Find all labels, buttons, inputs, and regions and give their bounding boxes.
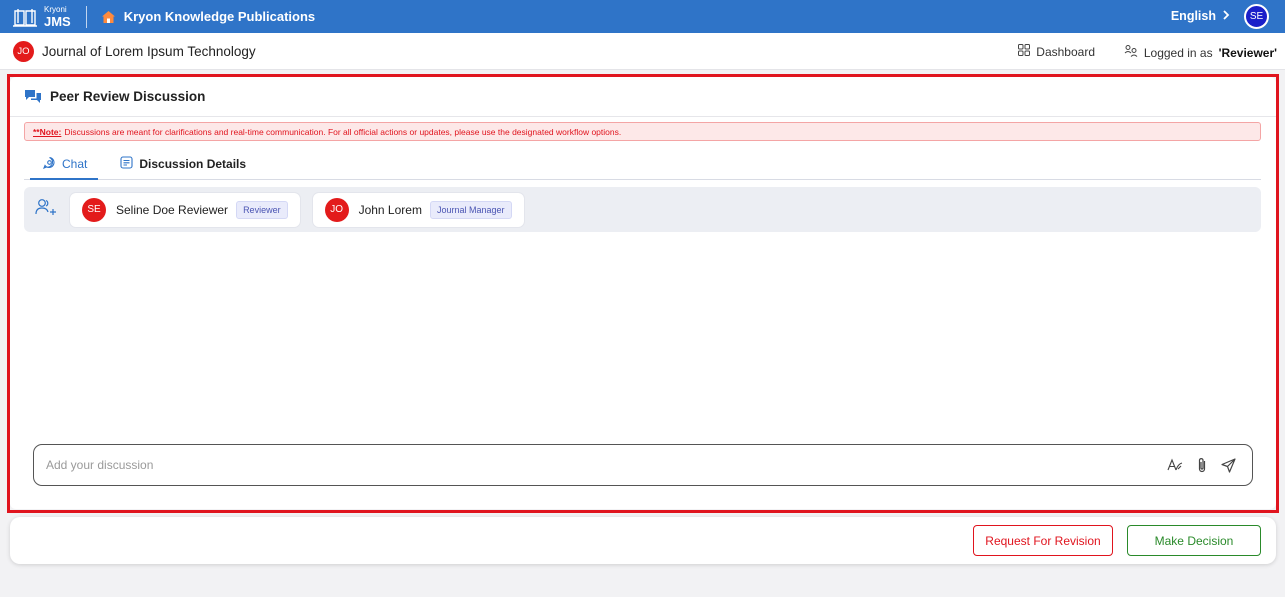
discussion-panel: Peer Review Discussion **Note: Discussio… bbox=[10, 77, 1276, 509]
add-participant-button[interactable] bbox=[33, 196, 61, 224]
tab-chat[interactable]: Chat bbox=[24, 149, 99, 180]
dashboard-label: Dashboard bbox=[1036, 44, 1095, 59]
discussion-tabs: Chat Discussion Details bbox=[24, 149, 1261, 180]
logo-big-text: JMS bbox=[44, 13, 71, 29]
language-selector[interactable]: English bbox=[1171, 9, 1230, 23]
paperclip-icon[interactable] bbox=[1197, 457, 1207, 473]
logo-text: Kryoni JMS bbox=[44, 4, 71, 29]
journal-title: Journal of Lorem Ipsum Technology bbox=[42, 43, 256, 59]
message-composer bbox=[33, 444, 1253, 486]
avatar: SE bbox=[82, 197, 106, 222]
composer-actions bbox=[1167, 457, 1236, 473]
login-prefix: Logged in as bbox=[1143, 45, 1213, 60]
home-icon[interactable] bbox=[101, 10, 116, 24]
discussion-input[interactable] bbox=[46, 458, 1167, 472]
participant-name: Seline Doe Reviewer bbox=[116, 202, 229, 217]
make-decision-button[interactable]: Make Decision bbox=[1127, 525, 1261, 556]
text-format-icon[interactable] bbox=[1167, 458, 1183, 472]
logo-small-text: Kryoni bbox=[44, 4, 67, 14]
tab-discussion-details-label: Discussion Details bbox=[139, 157, 247, 171]
chat-bubble-icon bbox=[24, 89, 42, 104]
note-text: Discussions are meant for clarifications… bbox=[64, 126, 622, 137]
grid-icon bbox=[1018, 44, 1031, 59]
participant-name: John Lorem bbox=[358, 202, 422, 217]
tab-chat-label: Chat bbox=[62, 157, 88, 171]
login-status: Logged in as 'Reviewer' bbox=[1124, 44, 1277, 61]
organization-name[interactable]: Kryon Knowledge Publications bbox=[124, 9, 315, 24]
role-badge: Reviewer bbox=[236, 200, 288, 219]
request-revision-button[interactable]: Request For Revision bbox=[973, 525, 1113, 556]
document-icon bbox=[120, 156, 133, 172]
participant-card[interactable]: JO John Lorem Journal Manager bbox=[312, 192, 524, 227]
app-logo[interactable]: Kryoni JMS bbox=[12, 0, 71, 33]
chat-icon bbox=[43, 156, 56, 172]
participant-card[interactable]: SE Seline Doe Reviewer Reviewer bbox=[70, 192, 300, 227]
participants-bar: SE Seline Doe Reviewer Reviewer JO John … bbox=[24, 187, 1261, 232]
note-prefix: **Note: bbox=[33, 126, 62, 137]
user-switch-icon bbox=[1124, 44, 1138, 61]
language-label: English bbox=[1170, 9, 1216, 23]
avatar: JO bbox=[324, 197, 349, 222]
login-role: 'Reviewer' bbox=[1218, 45, 1277, 60]
role-badge: Journal Manager bbox=[429, 200, 512, 219]
top-navigation-bar: Kryoni JMS Kryon Knowledge Publications … bbox=[0, 0, 1285, 33]
decision-actions-bar: Request For Revision Make Decision bbox=[10, 517, 1276, 564]
user-avatar[interactable]: SE bbox=[1244, 4, 1269, 29]
note-banner: **Note: Discussions are meant for clarif… bbox=[24, 122, 1261, 141]
chevron-right-icon bbox=[1222, 9, 1230, 23]
topbar-divider bbox=[85, 5, 87, 28]
panel-header: Peer Review Discussion bbox=[10, 77, 1276, 117]
journal-avatar: JO bbox=[13, 40, 34, 62]
add-users-icon bbox=[35, 198, 59, 221]
tab-discussion-details[interactable]: Discussion Details bbox=[98, 149, 257, 179]
send-icon[interactable] bbox=[1221, 457, 1236, 473]
dashboard-link[interactable]: Dashboard bbox=[1018, 44, 1095, 59]
book-logo-icon bbox=[12, 6, 38, 28]
journal-header: JO Journal of Lorem Ipsum Technology Das… bbox=[0, 33, 1285, 70]
panel-title: Peer Review Discussion bbox=[50, 89, 206, 104]
